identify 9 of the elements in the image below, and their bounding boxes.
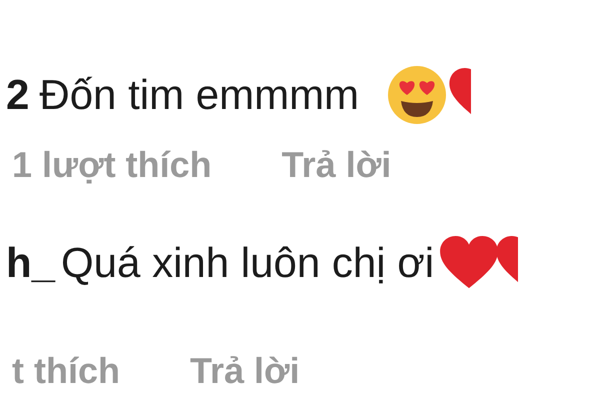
reply-link[interactable]: Trả lời <box>190 350 300 392</box>
like-count[interactable]: t thích <box>12 350 120 392</box>
reply-link[interactable]: Trả lời <box>282 144 392 186</box>
comment-text: Quá xinh luôn chị ơi <box>61 239 434 287</box>
like-count[interactable]: 1 lượt thích <box>12 144 212 186</box>
heart-eyes-emoji-icon <box>387 65 448 125</box>
username[interactable]: 2 <box>6 71 30 119</box>
comment-text: Đốn tim emmmm <box>39 71 360 119</box>
username[interactable]: h_ <box>6 239 56 287</box>
